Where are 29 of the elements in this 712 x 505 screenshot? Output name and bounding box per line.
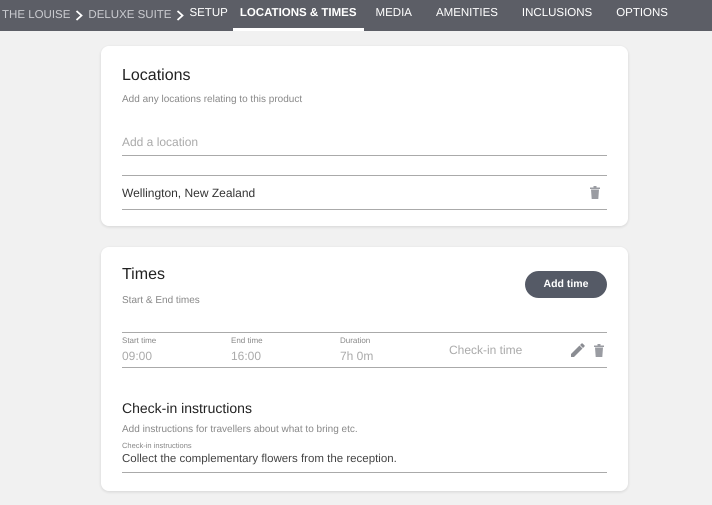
check-in-time: Check-in time — [449, 342, 524, 359]
time-value: 7h 0m — [340, 348, 374, 365]
breadcrumb-link[interactable]: THE LOUISE — [2, 6, 70, 24]
nav-tab[interactable]: AMENITIES — [424, 0, 510, 31]
time-value: 09:00 — [122, 348, 154, 365]
add-time-button[interactable]: Add time — [525, 271, 607, 298]
field-label: End time — [231, 335, 264, 347]
section-title: Times — [122, 265, 166, 285]
chevron-right-icon — [176, 10, 184, 21]
nav-tab[interactable]: LOCATIONS & TIMES — [232, 0, 364, 31]
nav-tab[interactable]: MEDIA — [364, 0, 424, 31]
pencil-icon[interactable] — [571, 343, 585, 357]
trash-icon[interactable] — [590, 186, 600, 199]
location-input-field[interactable]: Add a location — [122, 133, 607, 156]
field-label: Start time — [122, 335, 158, 347]
time-value: 16:00 — [231, 348, 262, 365]
chevron-right-icon — [75, 10, 84, 21]
trash-icon[interactable] — [594, 344, 604, 356]
section-subtitle: Add any locations relating to this product — [122, 93, 304, 107]
section-subtitle: Start & End times — [122, 294, 200, 308]
nav-tab[interactable]: SETUP — [184, 0, 233, 31]
section-subtitle: Add instructions for travellers about what to bring etc. — [122, 423, 359, 437]
nav-tab[interactable]: OPTIONS — [604, 0, 680, 31]
location-name: Wellington, New Zealand — [122, 184, 256, 202]
field-label: Duration — [340, 335, 372, 347]
section-title: Check-in instructions — [122, 399, 253, 418]
nav-tab[interactable]: INCLUSIONS — [510, 0, 604, 31]
section-title: Locations — [122, 66, 192, 86]
breadcrumb-link[interactable]: DELUXE SUITE — [88, 6, 172, 24]
